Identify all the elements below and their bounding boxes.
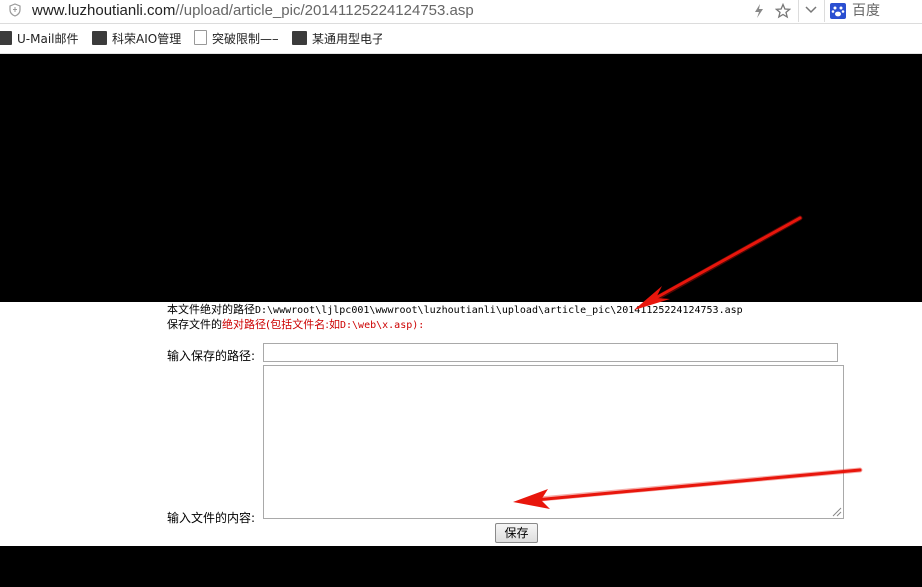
absolute-path-label: 本文件绝对的路径 [167, 303, 255, 316]
file-content-label: 输入文件的内容: [167, 511, 256, 525]
save-hint-line: 保存文件的绝对路径(包括文件名:如D:\web\x.asp): [167, 318, 743, 333]
absolute-path-value: D:\wwwroot\ljlpc001\wwwroot\luzhoutianli… [255, 305, 743, 316]
address-divider [824, 0, 825, 22]
absolute-path-line: 本文件绝对的路径D:\wwwroot\ljlpc001\wwwroot\luzh… [167, 303, 743, 318]
browser-window: www.luzhoutianli.com//upload/article_pic… [0, 0, 922, 587]
black-panel-bottom [0, 546, 922, 587]
search-engine-name: 百度 [852, 3, 880, 19]
bookmark-label: 某通用型电子 [312, 32, 382, 46]
address-bar[interactable]: www.luzhoutianli.com//upload/article_pic… [0, 0, 922, 24]
black-panel-top [0, 54, 922, 302]
file-content-textarea[interactable] [263, 365, 844, 519]
file-info: 本文件绝对的路径D:\wwwroot\ljlpc001\wwwroot\luzh… [167, 303, 743, 333]
save-hint-prefix: 保存文件的 [167, 318, 222, 331]
bookmark-label: 突破限制—— [212, 32, 278, 46]
url-text[interactable]: www.luzhoutianli.com//upload/article_pic… [32, 1, 474, 21]
chevron-down-icon[interactable] [800, 0, 822, 22]
bookmark-favicon-icon [92, 31, 107, 45]
bookmark-item[interactable]: 科荣AIO管理 [92, 30, 182, 48]
address-divider [798, 0, 799, 22]
bookmark-item[interactable]: 某通用型电子 [292, 30, 382, 48]
star-icon[interactable] [772, 0, 794, 22]
bookmark-favicon-icon [0, 31, 12, 45]
bookmark-label: U-Mail邮件 [17, 32, 79, 46]
resize-grip-icon[interactable] [831, 506, 842, 517]
url-host: www.luzhoutianli.com [32, 2, 176, 19]
bolt-icon[interactable] [748, 0, 770, 22]
bookmarks-bar: U-Mail邮件 科荣AIO管理 突破限制—— 某通用型电子 [0, 24, 922, 54]
save-path-label: 输入保存的路径: [167, 349, 256, 363]
save-hint-example: D:\web\x.asp): [340, 320, 425, 331]
bookmark-item[interactable]: U-Mail邮件 [0, 30, 79, 48]
paw-icon [830, 3, 846, 19]
bookmark-favicon-icon [292, 31, 307, 45]
save-hint-red: 绝对路径(包括文件名:如 [222, 318, 340, 331]
save-path-input[interactable] [263, 343, 838, 362]
bookmark-label: 科荣AIO管理 [112, 32, 182, 46]
bookmark-item[interactable]: 突破限制—— [194, 30, 278, 48]
page-icon [194, 30, 207, 45]
save-button[interactable]: 保存 [495, 523, 538, 543]
shield-icon [9, 3, 21, 17]
url-path: //upload/article_pic/20141125224124753.a… [175, 2, 474, 19]
